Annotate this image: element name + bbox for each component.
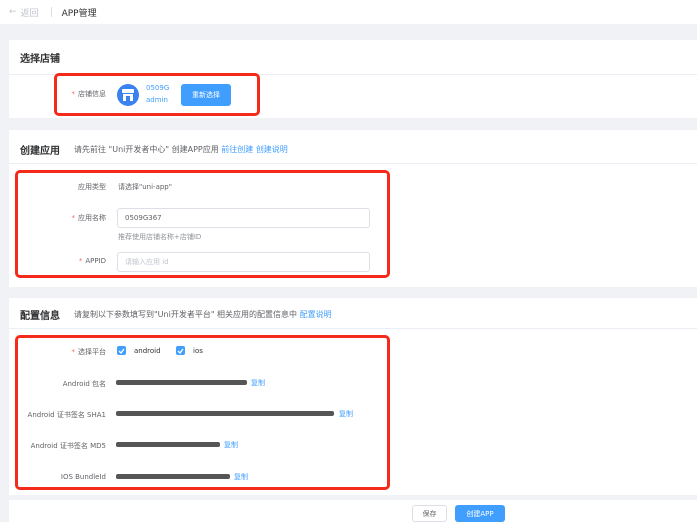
appid-input[interactable] [117,252,370,272]
config-help-link[interactable]: 配置说明 [300,310,332,319]
required-mark: * [71,90,76,98]
reselect-store-button[interactable]: 重新选择 [181,84,231,106]
ios-checkbox[interactable]: ios [176,346,203,355]
store-card-divider [9,74,697,75]
app-type-value: 请选择"uni-app" [118,183,172,191]
android-md5-label: Android 证书签名 MD5 [30,442,106,450]
check-icon [176,346,185,355]
copy-sha1-button[interactable]: 复制 [339,409,353,419]
required-mark: * [71,214,76,222]
required-mark: * [78,257,83,265]
create-app-button[interactable]: 创建APP [455,505,505,522]
config-card-header: 配置信息 请复制以下参数填写到"Uni开发者平台" 相关应用的配置信息中 配置说… [9,298,697,330]
redacted-value [116,411,334,416]
app-name-label: * 应用名称 [71,214,107,222]
footer-bar [9,500,697,522]
store-avatar [117,84,139,106]
create-section-title: 创建应用 [20,145,60,157]
store-icon [122,89,134,101]
ios-bundleid-label: IOS BundleId [60,473,106,481]
app-name-input[interactable] [117,208,370,228]
android-package-label: Android 包名 [62,380,106,388]
arrow-left-icon: ← [9,7,17,17]
store-card-header: 选择店铺 [9,40,697,74]
platform-label: * 选择平台 [71,348,107,356]
redacted-value [116,474,230,479]
header-divider [50,7,52,17]
app-name-hint: 推荐使用店铺名称+店铺ID [118,233,202,241]
redacted-value [116,442,220,447]
create-section-desc: 请先前往 "Uni开发者中心" 创建APP应用 前往创建 创建说明 [74,144,288,154]
store-card: 选择店铺 [9,40,697,118]
go-create-link[interactable]: 前往创建 [221,145,253,154]
config-card: 配置信息 请复制以下参数填写到"Uni开发者平台" 相关应用的配置信息中 配置说… [9,298,697,495]
save-button[interactable]: 保存 [412,505,447,522]
store-name[interactable]: 0509G [146,84,169,92]
appid-label: * APPID [78,257,106,265]
check-icon [117,346,126,355]
android-label: android [134,346,161,355]
config-section-title: 配置信息 [20,310,60,322]
android-checkbox[interactable]: android [117,346,161,355]
copy-package-button[interactable]: 复制 [251,378,265,388]
back-label: 返回 [20,8,39,19]
create-card-divider [9,163,697,164]
create-help-link[interactable]: 创建说明 [256,145,288,154]
store-info-label: * 店铺信息 [71,90,107,98]
top-bar: ← 返回 APP管理 [0,0,697,24]
required-mark: * [71,348,76,356]
redacted-value [116,380,247,385]
copy-md5-button[interactable]: 复制 [224,440,238,450]
back-button[interactable]: ← 返回 [9,6,39,19]
page-title: APP管理 [61,8,97,19]
config-card-divider [9,328,697,329]
store-user: admin [146,96,168,104]
app-type-label: 应用类型 [78,183,106,191]
copy-bundleid-button[interactable]: 复制 [234,472,248,482]
android-sha1-label: Android 证书签名 SHA1 [27,411,106,419]
store-section-title: 选择店铺 [20,53,60,65]
ios-label: ios [193,346,203,355]
config-section-desc: 请复制以下参数填写到"Uni开发者平台" 相关应用的配置信息中 配置说明 [74,309,332,319]
